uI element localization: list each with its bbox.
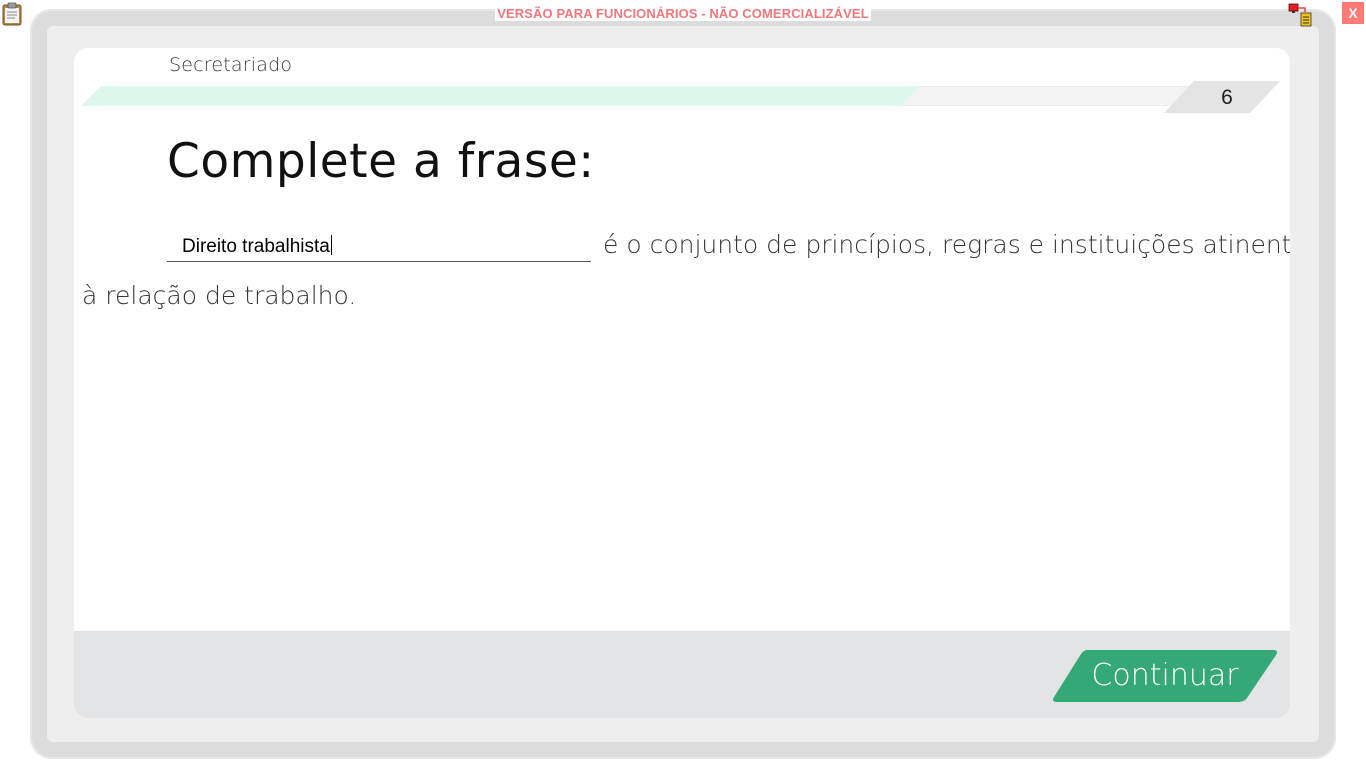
text-caret xyxy=(330,235,332,255)
exercise-title: Complete a frase: xyxy=(167,134,595,189)
close-button[interactable]: X xyxy=(1342,2,1364,24)
sentence-line-2: à relação de trabalho. xyxy=(82,281,357,310)
progress-fill xyxy=(82,86,920,106)
sentence-text: é o conjunto de princípios, regras e ins… xyxy=(603,230,1290,259)
progress-bar xyxy=(82,86,1192,106)
lesson-card: Secretariado 6 Complete a frase: Direito… xyxy=(74,48,1290,718)
continue-button[interactable]: Continuar xyxy=(1051,648,1279,704)
clipboard-icon[interactable] xyxy=(1,2,23,26)
page-number: 6 xyxy=(1221,86,1233,109)
subject-label: Secretariado xyxy=(169,54,293,76)
sentence-line-1: Direito trabalhista é o conjunto de prin… xyxy=(167,226,1290,266)
continue-label: Continuar xyxy=(1091,658,1239,693)
footer-bar: Continuar xyxy=(74,631,1290,718)
answer-value: Direito trabalhista xyxy=(182,235,332,257)
network-status-icon[interactable] xyxy=(1288,2,1314,28)
